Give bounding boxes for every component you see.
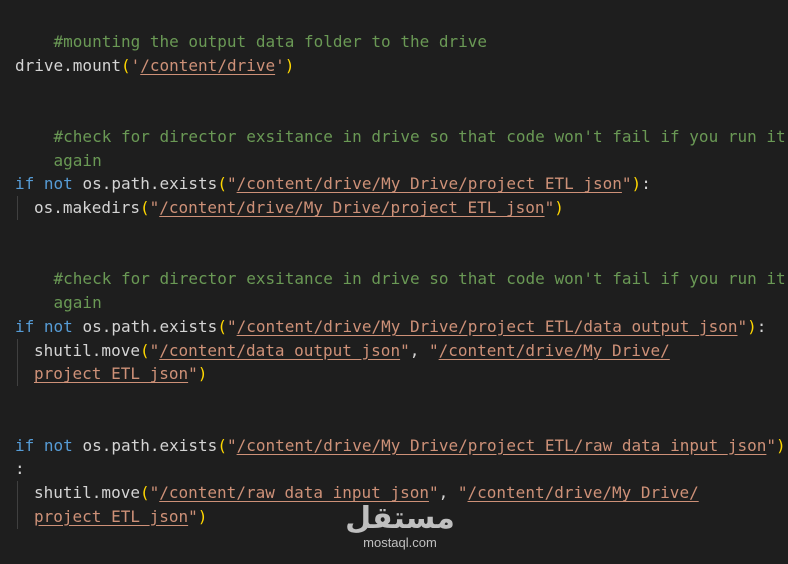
paren: ): [776, 435, 786, 455]
mostaql-watermark: مستقل mostaql.com: [345, 503, 455, 557]
paren: ): [631, 174, 642, 194]
separator: ,: [409, 340, 429, 360]
code-line-16: project_ETL_json"): [0, 362, 788, 386]
quote: ": [188, 506, 198, 526]
code-line-9: os.makedirs("/content/drive/My Drive/pro…: [0, 196, 788, 220]
quote: ": [428, 483, 439, 502]
colon: :: [641, 174, 651, 194]
indent-guide: [17, 504, 18, 529]
quote: ": [226, 316, 237, 336]
keyword: if: [15, 174, 35, 194]
indent-guide: [17, 481, 18, 505]
quote: ": [428, 340, 439, 360]
code-line-19: if not os.path.exists("/content/drive/My…: [0, 434, 788, 458]
quote: ': [275, 55, 285, 75]
paren: (: [217, 435, 227, 455]
watermark-logo: مستقل: [345, 501, 455, 536]
path-string[interactable]: /content/drive: [140, 56, 275, 75]
colon: :: [15, 459, 25, 479]
keyword: not: [43, 435, 73, 455]
keyword: not: [43, 174, 73, 194]
keyword: if: [15, 316, 35, 336]
quote: ": [188, 364, 198, 384]
quote: ": [149, 340, 160, 360]
code-editor[interactable]: #mounting the output data folder to the …: [0, 0, 788, 564]
code-line-20: :: [0, 457, 788, 481]
function-call: shutil.move: [34, 483, 140, 502]
function-call: os.makedirs: [34, 198, 140, 217]
keyword: if: [15, 435, 35, 455]
path-string[interactable]: project_ETL_json: [34, 507, 188, 526]
quote: ": [621, 174, 632, 194]
quote: ": [544, 198, 555, 217]
paren: (: [139, 483, 150, 502]
paren: ): [284, 55, 295, 75]
path-string[interactable]: /content/raw_data_input_json: [159, 483, 429, 502]
colon: :: [756, 316, 767, 336]
code-line-1: #mounting the output data folder to the …: [0, 6, 788, 51]
paren: (: [139, 198, 150, 217]
code-line-11: #check for director exsitance in drive s…: [0, 244, 788, 288]
code-line-5: #check for director exsitance in drive s…: [0, 101, 788, 146]
quote: ": [149, 483, 160, 502]
function-call: os.path.exists: [82, 316, 218, 336]
paren: ): [197, 506, 208, 526]
code-line-8: if not os.path.exists("/content/drive/My…: [0, 172, 788, 196]
path-string[interactable]: /content/drive/My Drive/project_ETL/data…: [237, 317, 738, 336]
paren: (: [217, 174, 227, 194]
code-line-14: if not os.path.exists("/content/drive/My…: [0, 315, 788, 339]
function-call: drive.mount: [15, 55, 121, 75]
paren: (: [139, 340, 150, 360]
code-line-15: shutil.move("/content/data_output_json",…: [0, 338, 788, 363]
paren: ): [554, 198, 564, 217]
code-line-12: again: [0, 267, 788, 312]
quote: ": [400, 340, 410, 360]
path-string[interactable]: /content/drive/My Drive/project_ETL_json: [237, 174, 622, 193]
quote: ": [457, 483, 468, 502]
path-string[interactable]: /content/drive/My Drive/: [439, 341, 670, 360]
indent-guide: [17, 338, 18, 363]
paren: ): [747, 316, 757, 336]
path-string[interactable]: /content/drive/My Drive/: [468, 483, 699, 502]
quote: ": [226, 174, 237, 194]
keyword: not: [43, 316, 73, 336]
path-string[interactable]: project_ETL_json: [34, 364, 188, 383]
code-line-6: again: [0, 125, 788, 170]
indent-guide: [17, 362, 18, 386]
paren: ): [197, 364, 208, 384]
quote: ": [226, 435, 237, 455]
function-call: os.path.exists: [82, 174, 218, 194]
indent-guide: [17, 196, 18, 220]
paren: (: [217, 316, 227, 336]
function-call: shutil.move: [34, 340, 140, 360]
quote: ': [130, 55, 141, 75]
path-string[interactable]: /content/drive/My Drive/project_ETL/raw_…: [237, 436, 767, 455]
separator: ,: [438, 483, 458, 502]
quote: ": [737, 316, 748, 336]
path-string[interactable]: /content/drive/My Drive/project_ETL_json: [159, 198, 544, 217]
watermark-domain: mostaql.com: [363, 535, 437, 550]
function-call: os.path.exists: [82, 435, 218, 455]
path-string[interactable]: /content/data_output_json: [159, 341, 400, 360]
quote: ": [766, 435, 777, 455]
paren: (: [120, 55, 131, 75]
code-line-3: drive.mount('/content/drive'): [0, 54, 788, 78]
quote: ": [149, 198, 160, 217]
